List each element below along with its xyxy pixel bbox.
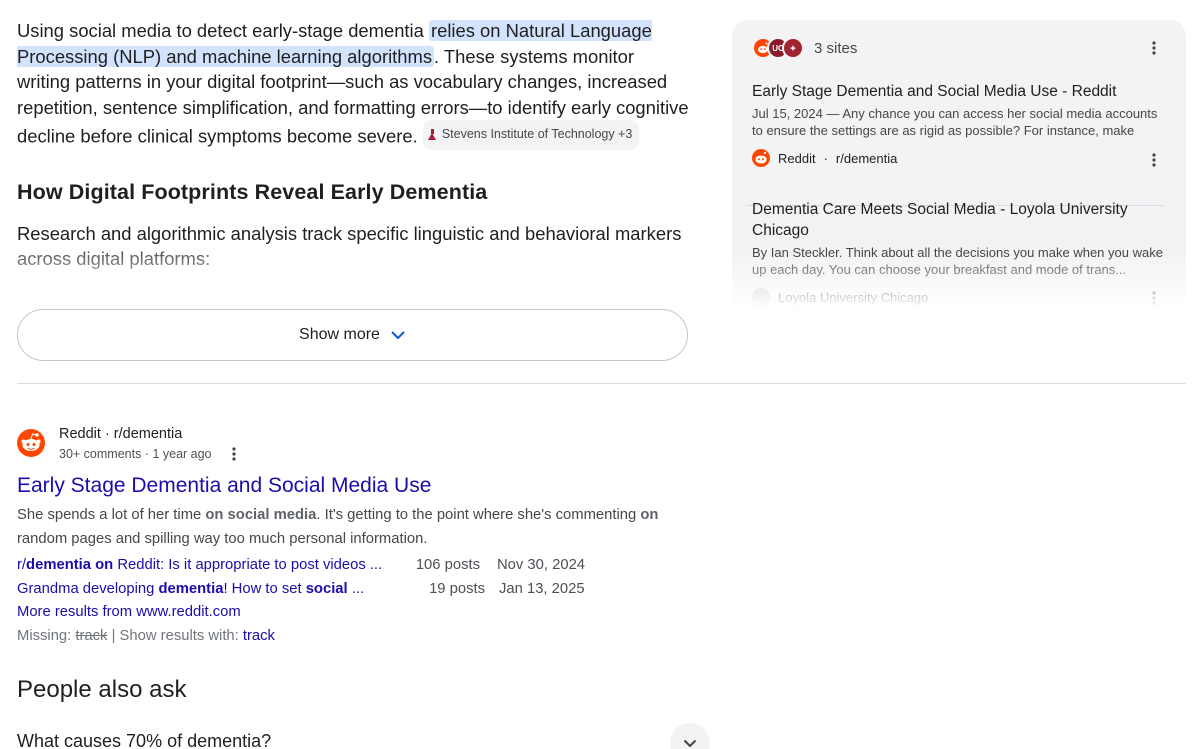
chevron-down-icon	[391, 331, 405, 340]
section-divider	[17, 383, 1186, 384]
ai-overview: Using social media to detect early-stage…	[17, 18, 689, 308]
sub-result-date: Jan 13, 2025	[499, 580, 585, 597]
result-site[interactable]: Reddit · r/dementia	[59, 424, 244, 444]
more-results-link[interactable]: More results from www.reddit.com	[17, 601, 717, 625]
sub-result-link[interactable]: Grandma developing dementia! How to set …	[17, 578, 387, 602]
sub-result-date: Nov 30, 2024	[497, 557, 586, 573]
source-snippet: Jul 15, 2024 — Any chance you can access…	[752, 106, 1158, 138]
show-more-button[interactable]: Show more	[17, 309, 688, 361]
ai-overview-paragraph: Using social media to detect early-stage…	[17, 18, 689, 150]
ai-overview-heading: How Digital Footprints Reveal Early Deme…	[17, 179, 488, 204]
sources-header[interactable]: UC ✦ 3 sites	[752, 36, 857, 60]
sites-count: 3 sites	[814, 39, 858, 57]
missing-terms: Missing: track | Show results with: trac…	[17, 627, 275, 644]
source-card-reddit[interactable]: Early Stage Dementia and Social Media Us…	[752, 81, 1166, 167]
source-footer: Reddit · r/dementia	[752, 149, 1166, 167]
sub-results: r/dementia on Reddit: Is it appropriate …	[17, 554, 717, 601]
citation-chip[interactable]: Stevens Institute of Technology +3	[422, 120, 640, 150]
source-footer: Loyola University Chicago	[752, 288, 1166, 306]
chevron-down-icon	[683, 739, 697, 747]
sources-panel: UC ✦ 3 sites Early Stage Dementia and So…	[732, 20, 1186, 310]
ai-overview-paragraph-2: Research and algorithmic analysis track …	[17, 222, 682, 270]
result-snippet: She spends a lot of her time on social m…	[17, 507, 659, 547]
loyola-seal-icon: ✦	[782, 37, 804, 59]
more-options-icon[interactable]	[224, 444, 244, 464]
sub-result-row: Grandma developing dementia! How to set …	[17, 578, 717, 602]
paa-question[interactable]: What causes 70% of dementia?	[17, 731, 271, 749]
show-results-with-link[interactable]: track	[243, 628, 275, 644]
ai-overview-bullet: Linguistic Shifts: Algorithms flag signi…	[17, 290, 689, 308]
favicon-stack: UC ✦	[752, 37, 804, 59]
result-title-link[interactable]: Early Stage Dementia and Social Media Us…	[17, 472, 717, 499]
more-options-icon[interactable]	[1144, 150, 1164, 170]
stevens-logo-icon	[427, 129, 437, 141]
more-options-icon[interactable]	[1144, 288, 1164, 308]
sub-result-posts: 106 posts	[415, 557, 480, 573]
people-also-ask-heading: People also ask	[17, 676, 187, 703]
sub-result-link[interactable]: r/dementia on Reddit: Is it appropriate …	[17, 554, 387, 578]
paa-expand-button[interactable]	[670, 723, 710, 749]
result-meta: 30+ comments · 1 year ago	[59, 444, 244, 464]
source-title: Dementia Care Meets Social Media - Loyol…	[752, 201, 1128, 239]
result-source: Reddit · r/dementia 30+ comments · 1 yea…	[59, 424, 244, 464]
loyola-icon	[752, 288, 770, 306]
sub-result-posts: 19 posts	[429, 580, 485, 597]
source-snippet: By Ian Steckler. Think about all the dec…	[752, 245, 1163, 277]
reddit-icon[interactable]	[17, 429, 45, 457]
source-card-loyola[interactable]: Dementia Care Meets Social Media - Loyol…	[752, 199, 1166, 306]
source-title: Early Stage Dementia and Social Media Us…	[752, 83, 1117, 100]
sub-result-row: r/dementia on Reddit: Is it appropriate …	[17, 554, 717, 578]
result-header: Reddit · r/dementia 30+ comments · 1 yea…	[17, 424, 717, 464]
reddit-icon	[752, 149, 770, 167]
search-result: Reddit · r/dementia 30+ comments · 1 yea…	[17, 424, 717, 648]
more-options-icon[interactable]	[1144, 38, 1164, 58]
